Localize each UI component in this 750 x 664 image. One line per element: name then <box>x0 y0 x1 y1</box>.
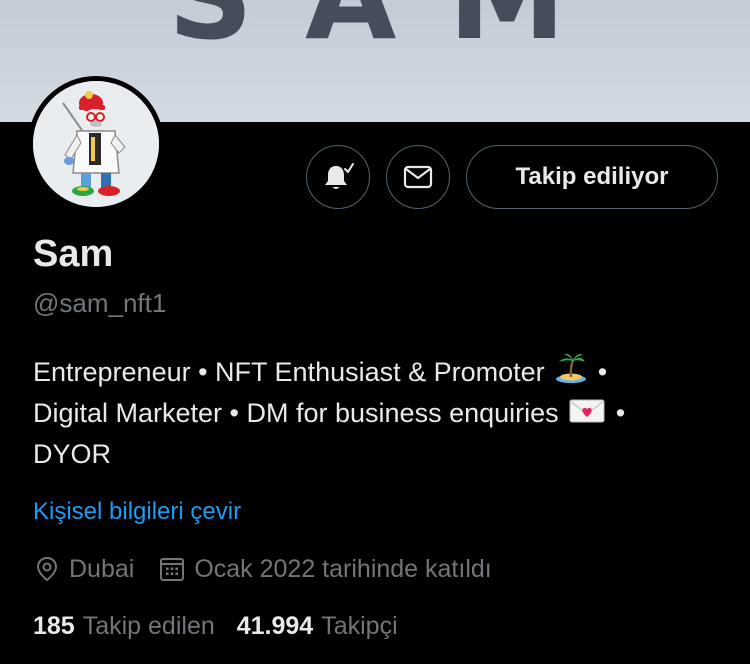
notifications-button[interactable] <box>306 145 370 209</box>
followers-count: 41.994 <box>236 611 314 640</box>
desert-island-emoji-icon <box>556 353 587 383</box>
following-label: Takip edilen <box>82 611 215 640</box>
user-handle: @sam_nft1 <box>33 288 167 318</box>
follow-stats: 185 Takip edilen 41.994 Takipçi <box>33 610 398 642</box>
following-count: 185 <box>33 611 75 640</box>
bell-check-icon <box>325 163 354 189</box>
location-item: Dubai <box>33 555 134 584</box>
translate-bio-link[interactable]: Kişisel bilgileri çevir <box>33 497 241 527</box>
message-button[interactable] <box>386 145 450 209</box>
envelope-icon <box>403 165 433 189</box>
location-pin-icon <box>36 556 58 582</box>
bio-separator-2: • <box>615 398 626 428</box>
bio-line-2: Digital Marketer • DM for business enqui… <box>33 393 733 434</box>
bio-separator: • <box>597 357 608 387</box>
following-button[interactable]: Takip ediliyor <box>466 145 718 209</box>
profile-meta: Dubai Ocak 2022 tarihinde katıldı <box>33 553 492 585</box>
calendar-icon <box>160 558 185 581</box>
bio-line-1-text: Entrepreneur • NFT Enthusiast & Promoter <box>33 357 545 387</box>
avatar-image <box>33 81 159 207</box>
joined-item: Ocak 2022 tarihinde katıldı <box>158 554 492 584</box>
bio-line-1: Entrepreneur • NFT Enthusiast & Promoter… <box>33 351 733 393</box>
following-stat[interactable]: 185 Takip edilen <box>33 612 215 641</box>
location-text: Dubai <box>69 554 135 583</box>
bio-line-2-text: Digital Marketer • DM for business enqui… <box>33 398 559 428</box>
followers-label: Takipçi <box>321 611 398 640</box>
display-name: Sam <box>33 233 114 275</box>
love-letter-emoji-icon <box>569 399 605 423</box>
banner-text: SAM <box>168 0 618 56</box>
bio: Entrepreneur • NFT Enthusiast & Promoter… <box>33 351 733 475</box>
avatar[interactable] <box>28 76 164 212</box>
followers-stat[interactable]: 41.994 Takipçi <box>237 612 398 641</box>
bio-line-3: DYOR <box>33 439 112 469</box>
joined-text: Ocak 2022 tarihinde katıldı <box>194 554 492 583</box>
